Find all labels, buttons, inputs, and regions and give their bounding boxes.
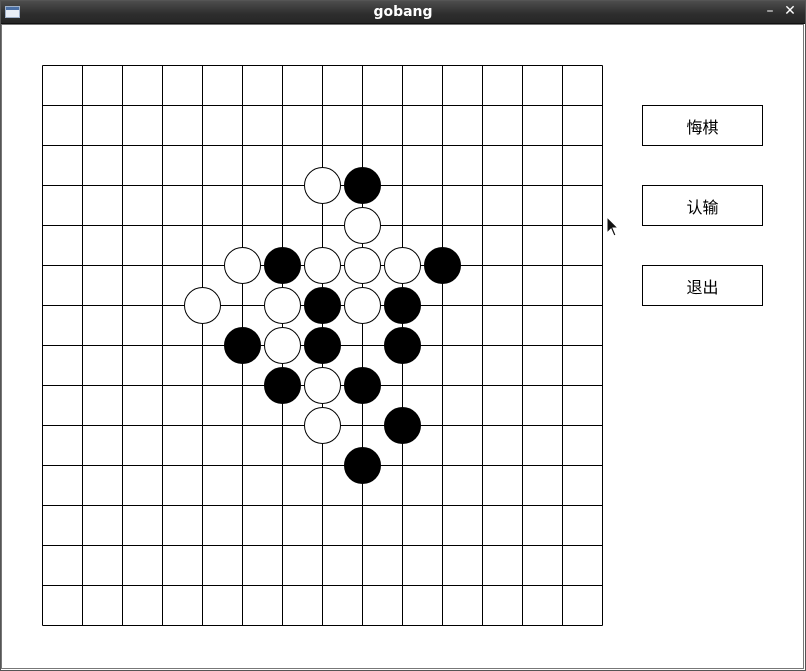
black-stone bbox=[264, 247, 301, 284]
black-stone bbox=[384, 407, 421, 444]
resign-button[interactable]: 认输 bbox=[642, 185, 763, 226]
white-stone bbox=[264, 287, 301, 324]
black-stone bbox=[304, 327, 341, 364]
white-stone bbox=[304, 367, 341, 404]
mouse-pointer-icon bbox=[606, 216, 620, 237]
white-stone bbox=[344, 287, 381, 324]
black-stone bbox=[384, 287, 421, 324]
white-stone bbox=[264, 327, 301, 364]
black-stone bbox=[384, 327, 421, 364]
black-stone bbox=[424, 247, 461, 284]
black-stone bbox=[344, 447, 381, 484]
black-stone bbox=[304, 287, 341, 324]
white-stone bbox=[344, 207, 381, 244]
game-board[interactable] bbox=[0, 0, 806, 671]
undo-button[interactable]: 悔棋 bbox=[642, 105, 763, 146]
white-stone bbox=[224, 247, 261, 284]
white-stone bbox=[304, 407, 341, 444]
white-stone bbox=[384, 247, 421, 284]
black-stone bbox=[344, 167, 381, 204]
white-stone bbox=[304, 247, 341, 284]
white-stone bbox=[304, 167, 341, 204]
black-stone bbox=[344, 367, 381, 404]
quit-button[interactable]: 退出 bbox=[642, 265, 763, 306]
black-stone bbox=[264, 367, 301, 404]
white-stone bbox=[344, 247, 381, 284]
black-stone bbox=[224, 327, 261, 364]
white-stone bbox=[184, 287, 221, 324]
